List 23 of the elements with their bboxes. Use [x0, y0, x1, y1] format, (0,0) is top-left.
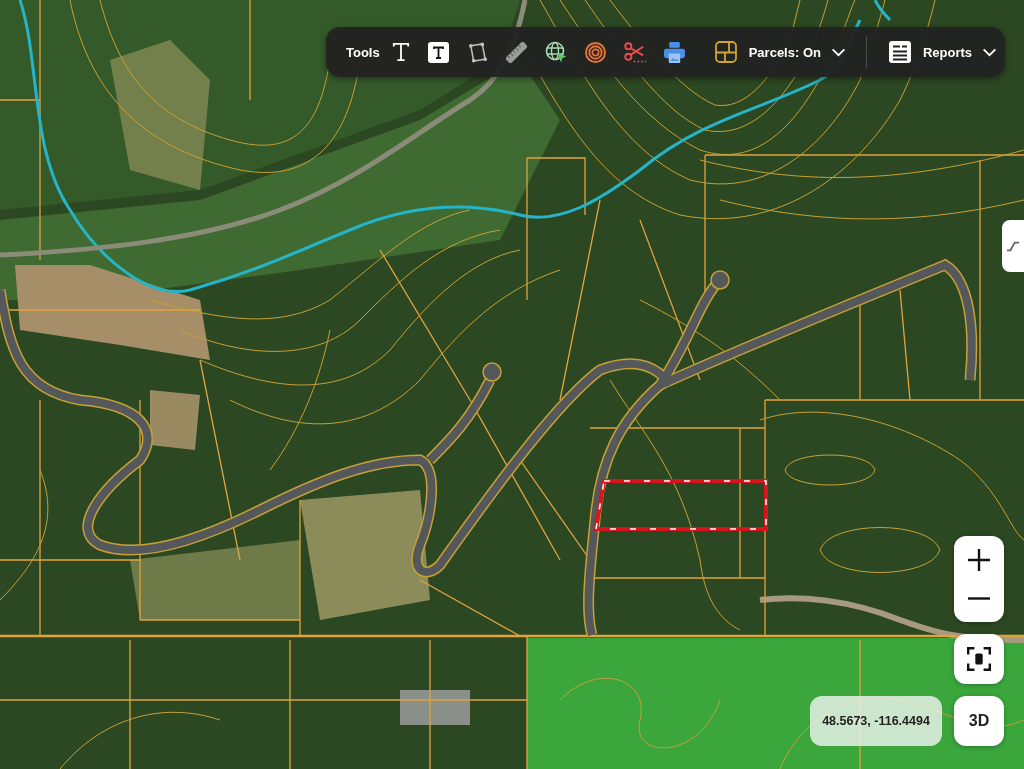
- scissors-icon[interactable]: [623, 41, 646, 63]
- 3d-view-button[interactable]: 3D: [954, 696, 1004, 746]
- focus-frame-icon: [967, 647, 991, 671]
- coordinates-readout: 48.5673, -116.4494: [810, 696, 942, 746]
- fit-view-button[interactable]: [954, 634, 1004, 684]
- printer-icon[interactable]: [663, 41, 685, 63]
- side-panel-tab[interactable]: [1002, 220, 1024, 272]
- chevron-down-icon: [982, 47, 998, 57]
- text-icon[interactable]: [391, 41, 410, 63]
- document-icon: [888, 41, 911, 63]
- ruler-icon[interactable]: [505, 41, 527, 63]
- text-box-icon[interactable]: [427, 41, 449, 63]
- concentric-rings-icon[interactable]: [584, 41, 606, 63]
- reports-dropdown[interactable]: Reports: [888, 41, 998, 63]
- plus-icon: [968, 549, 990, 571]
- parcel-grid-icon: [714, 41, 737, 63]
- parcels-dropdown[interactable]: Parcels: On: [714, 41, 846, 63]
- minus-icon: [968, 596, 990, 600]
- chevron-down-icon: [830, 47, 846, 57]
- handle-icon: [1007, 240, 1019, 252]
- globe-cursor-icon[interactable]: [544, 41, 567, 63]
- tools-label: Tools: [346, 44, 380, 60]
- polygon-icon[interactable]: [466, 41, 488, 63]
